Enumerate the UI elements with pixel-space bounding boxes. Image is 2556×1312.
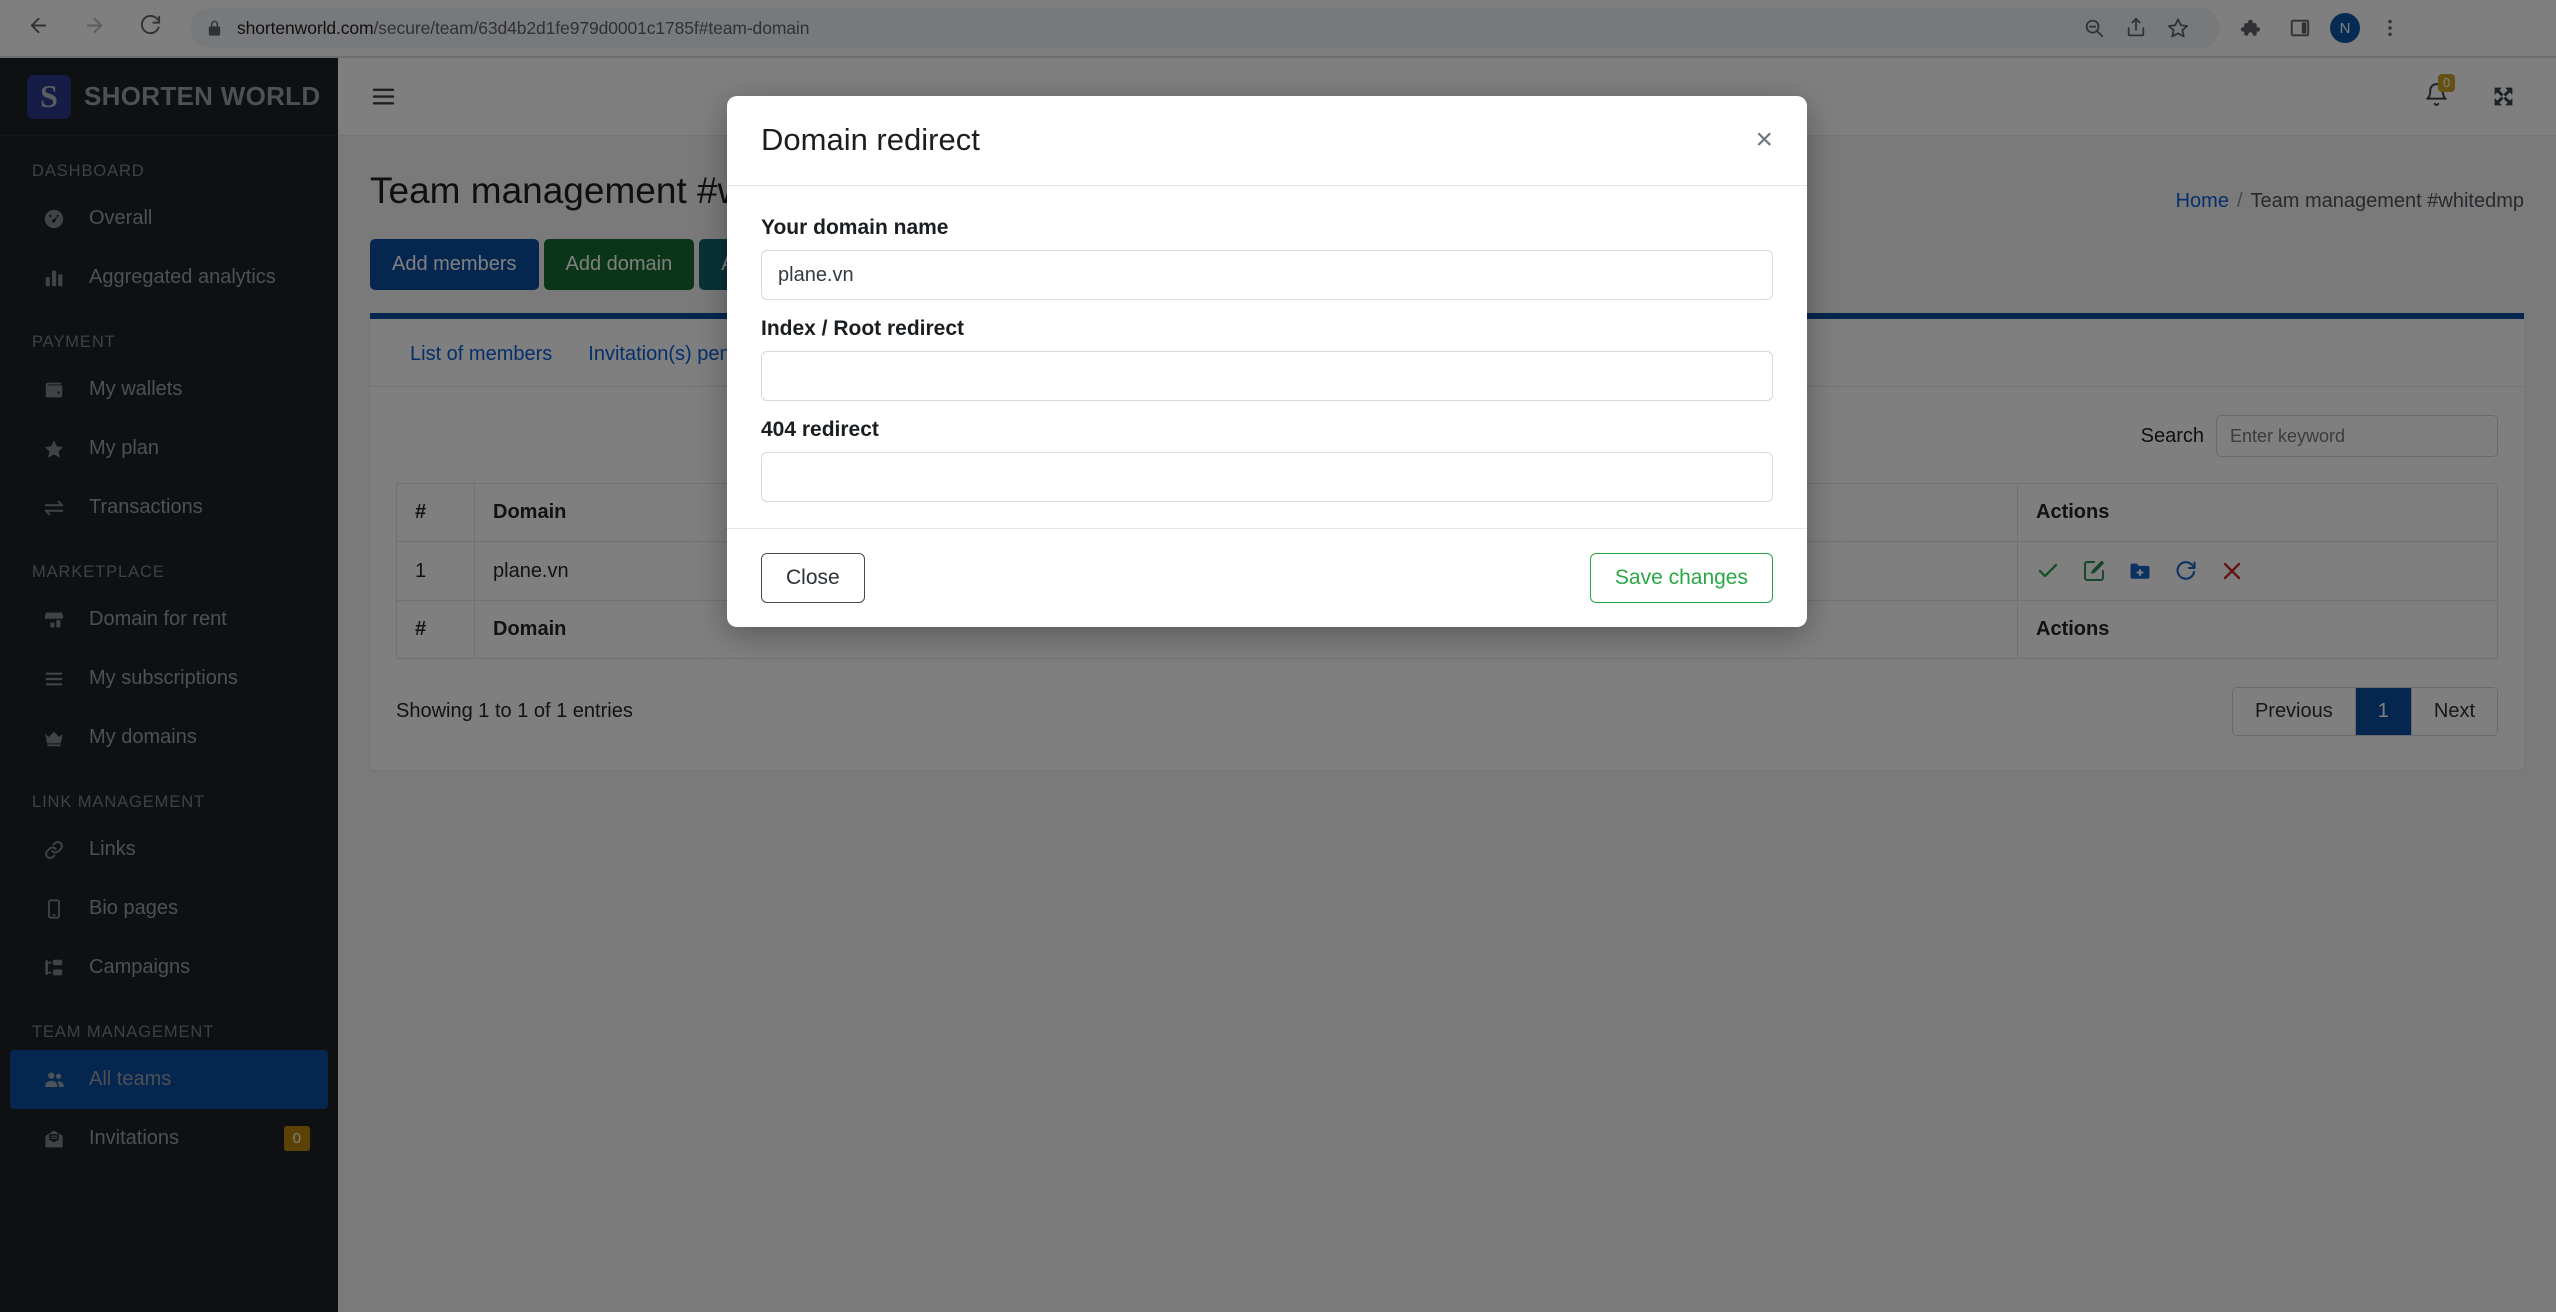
notfound-redirect-input[interactable] xyxy=(761,452,1773,502)
modal-title: Domain redirect xyxy=(761,122,980,157)
domain-redirect-modal: Domain redirect × Your domain name Index… xyxy=(727,96,1807,627)
field-label: Your domain name xyxy=(761,216,949,239)
field-label: Index / Root redirect xyxy=(761,317,965,340)
index-root-redirect-input[interactable] xyxy=(761,351,1773,401)
field-index-root-redirect: Index / Root redirect xyxy=(761,317,1773,401)
save-changes-button[interactable]: Save changes xyxy=(1589,553,1773,603)
domain-name-input[interactable] xyxy=(761,250,1773,300)
modal-footer: Close Save changes xyxy=(727,528,1807,627)
field-label: 404 redirect xyxy=(761,418,879,441)
modal-body: Your domain name Index / Root redirect 4… xyxy=(727,186,1807,528)
field-404-redirect: 404 redirect xyxy=(761,418,1773,502)
field-your-domain-name: Your domain name xyxy=(761,216,1773,300)
modal-header: Domain redirect × xyxy=(727,96,1807,186)
close-x-icon[interactable]: × xyxy=(1755,125,1773,155)
close-button[interactable]: Close xyxy=(761,553,865,603)
